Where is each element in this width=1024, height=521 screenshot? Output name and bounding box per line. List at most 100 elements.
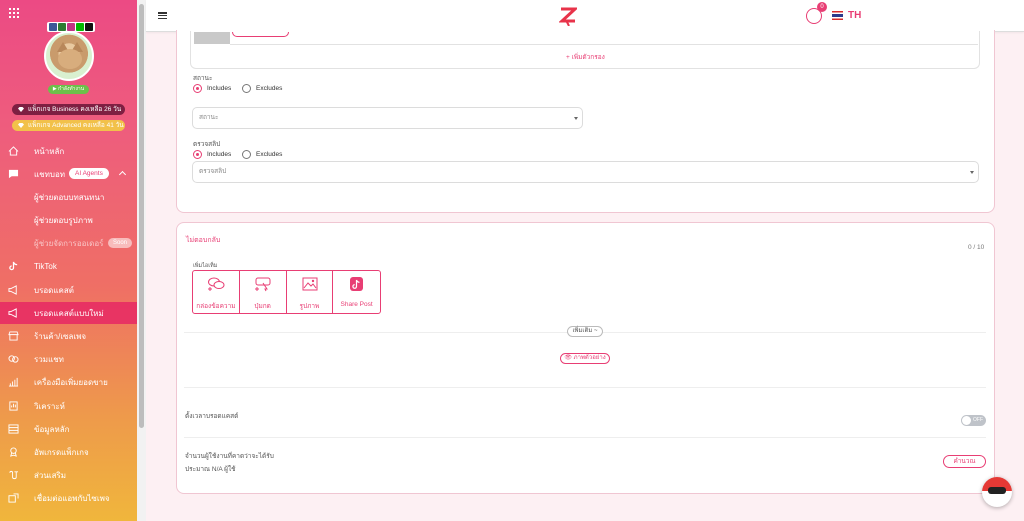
sidebar-item-broadcast[interactable]: บรอดแคสต์: [0, 279, 137, 301]
tool-label: ปุ่มกด: [254, 303, 271, 310]
package-business[interactable]: แพ็กเกจ Business คงเหลือ 26 วัน: [12, 104, 125, 115]
line-icon[interactable]: [58, 23, 66, 31]
calculate-button[interactable]: คำนวณ: [943, 455, 986, 468]
sidebar-item-addons[interactable]: ส่วนเสริม: [0, 464, 137, 486]
report-icon: [9, 401, 18, 411]
image-tool-button[interactable]: รูปภาพ: [287, 271, 334, 313]
sidebar-item-label: เชื่อมต่อแอพกับไซเพจ: [34, 493, 110, 503]
divider: [230, 44, 978, 45]
soon-badge: Soon: [108, 238, 133, 248]
sidebar-item-label: TikTok: [34, 261, 57, 271]
package-label: แพ็กเกจ Advanced คงเหลือ 41 วัน: [28, 122, 124, 129]
radio-unchecked-icon: [242, 84, 251, 93]
thai-flag-icon[interactable]: [832, 11, 843, 20]
sidebar-item-upgrade[interactable]: อัพเกรดแพ็กเกจ: [0, 441, 137, 463]
apps-grid-icon[interactable]: [9, 8, 19, 18]
sidebar-item-sales-tools[interactable]: เครื่องมือเพิ่มยอดขาย: [0, 371, 137, 393]
filter-chip-placeholder: [194, 32, 230, 44]
tiktok-icon: [9, 261, 18, 271]
sidebar-item-store[interactable]: ร้านค้า/เซลเพจ: [0, 325, 137, 347]
button-tool-button[interactable]: ปุ่มกด: [240, 271, 287, 313]
image-icon: [302, 277, 317, 291]
sidebar-item-analytics[interactable]: วิเคราะห์: [0, 395, 137, 417]
schedule-toggle[interactable]: OFF: [961, 415, 986, 426]
addon-icon: [9, 470, 19, 480]
support-chat-button[interactable]: [982, 477, 1012, 507]
textbox-tool-button[interactable]: กล่องข้อความ: [193, 271, 240, 313]
status-label: กำลังทำงาน: [58, 86, 85, 92]
sidebar-item-label: ผู้ช่วยจัดการออเดอร์: [34, 238, 104, 248]
chevron-up-icon[interactable]: [118, 170, 127, 179]
filter-pill[interactable]: [232, 32, 289, 37]
caret-down-icon: [574, 117, 578, 120]
sidebar-item-label: ข้อมูลหลัก: [34, 424, 70, 434]
status-filter-label: สถานะ: [193, 75, 213, 82]
package-advanced[interactable]: แพ็กเกจ Advanced คงเหลือ 41 วัน: [12, 120, 125, 131]
crown-icon: [18, 123, 24, 128]
radio-label: Includes: [207, 151, 232, 158]
status-includes-radio[interactable]: Includes: [193, 84, 231, 93]
sidebar-subitem-conversation[interactable]: ผู้ช่วยตอบบทสนทนา: [0, 186, 137, 208]
instagram-icon[interactable]: [67, 23, 75, 31]
status-excludes-radio[interactable]: Excludes: [242, 84, 282, 93]
notification-badge: 0: [817, 2, 827, 12]
sidebar-item-connect[interactable]: เชื่อมต่อแอพกับไซเพจ: [0, 487, 137, 509]
sidebar-item-chatbot[interactable]: แชทบอท AI Agents: [0, 163, 137, 185]
tool-label: รูปภาพ: [299, 303, 320, 310]
store-icon: [8, 331, 19, 341]
sidebar-item-tiktok[interactable]: TikTok: [0, 255, 137, 277]
more-options-pill[interactable]: เพิ่มเติม ~: [567, 326, 603, 337]
sidebar-item-home[interactable]: หน้าหลัก: [0, 140, 137, 162]
tiktok-icon[interactable]: [85, 23, 93, 31]
slip-includes-radio[interactable]: Includes: [193, 150, 231, 159]
ai-agents-badge: AI Agents: [69, 168, 109, 179]
preview-label: ภาพตัวอย่าง: [573, 355, 606, 361]
facebook-icon[interactable]: [49, 23, 57, 31]
sidebar-subitem-image[interactable]: ผู้ช่วยตอบรูปภาพ: [0, 209, 137, 231]
sidebar-item-label: หน้าหลัก: [34, 146, 65, 156]
whatsapp-icon[interactable]: [76, 23, 84, 31]
chart-icon: [8, 377, 19, 387]
sidebar-item-chats[interactable]: รวมแชท: [0, 348, 137, 370]
radio-label: Excludes: [256, 151, 283, 158]
menu-icon[interactable]: [158, 12, 167, 19]
schedule-label: ตั้งเวลาบรอดแคสต์: [185, 413, 239, 420]
message-tool-group: กล่องข้อความ ปุ่มกด รูปภาพ Share Post: [192, 270, 381, 314]
diamond-icon: [18, 107, 24, 112]
chats-icon: [8, 355, 19, 363]
sidebar-scrollbar-thumb[interactable]: [139, 4, 144, 428]
sidebar-item-label: เครื่องมือเพิ่มยอดขาย: [34, 377, 108, 387]
sidebar-item-label: รวมแชท: [34, 354, 64, 364]
preview-button[interactable]: 👁 ภาพตัวอย่าง: [560, 353, 610, 364]
sidebar-item-broadcast-new[interactable]: บรอดแคสต์แบบใหม่: [0, 302, 137, 324]
radio-unchecked-icon: [242, 150, 251, 159]
megaphone-icon: [8, 308, 17, 318]
divider: [184, 437, 986, 438]
sidebar: ▶ กำลังทำงาน แพ็กเกจ Business คงเหลือ 26…: [0, 0, 137, 521]
sidebar-subitem-order: ผู้ช่วยจัดการออเดอร์ Soon: [0, 232, 137, 254]
sidebar-item-label: ผู้ช่วยตอบบทสนทนา: [34, 192, 105, 202]
add-filter-link[interactable]: + เพิ่มตัวกรอง: [566, 52, 605, 62]
select-placeholder: สถานะ: [199, 114, 219, 121]
slip-select[interactable]: ตรวจสลิป: [192, 161, 979, 183]
sidebar-item-label: บรอดแคสต์: [34, 285, 74, 295]
status-select[interactable]: สถานะ: [192, 107, 583, 129]
divider: [184, 387, 986, 388]
slip-filter-label: ตรวจสลิป: [193, 141, 221, 148]
caret-down-icon: [970, 171, 974, 174]
share-post-tool-button[interactable]: Share Post: [333, 271, 380, 313]
sidebar-item-label: ส่วนเสริม: [34, 470, 67, 480]
add-item-label: เพิ่มไอเท็ม: [193, 263, 218, 269]
language-selector[interactable]: TH: [848, 10, 861, 21]
avatar[interactable]: [44, 31, 94, 81]
award-icon: [10, 447, 17, 457]
status-button[interactable]: ▶ กำลังทำงาน: [48, 85, 89, 94]
tool-label: กล่องข้อความ: [196, 303, 236, 310]
sidebar-item-label: ผู้ช่วยตอบรูปภาพ: [34, 215, 93, 225]
megaphone-icon: [8, 285, 17, 295]
message-section-title: ไม่ตอบกลับ: [186, 237, 221, 244]
sidebar-item-master-data[interactable]: ข้อมูลหลัก: [0, 418, 137, 440]
package-label: แพ็กเกจ Business คงเหลือ 26 วัน: [28, 106, 122, 113]
slip-excludes-radio[interactable]: Excludes: [242, 150, 282, 159]
estimate-value: ประมาณ N/A ผู้ใช้: [185, 466, 236, 473]
